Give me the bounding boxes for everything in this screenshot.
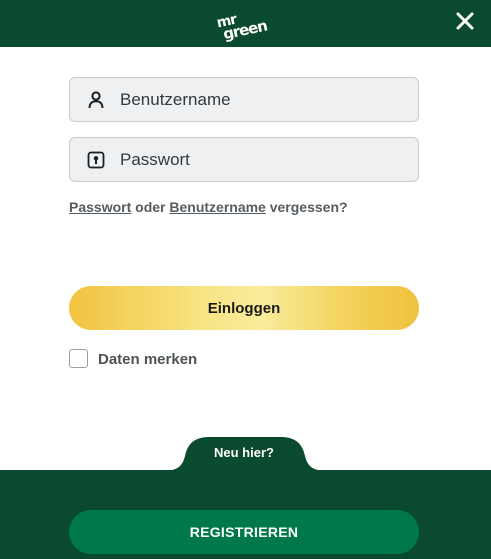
close-icon [456,12,474,30]
username-field[interactable] [69,77,419,122]
register-button[interactable]: REGISTRIEREN [69,510,419,554]
header-bar: mr green [0,0,491,47]
lock-icon [87,151,105,169]
forgot-password-link[interactable]: Passwort [69,199,131,215]
user-icon [88,91,104,109]
login-button[interactable]: Einloggen [69,286,419,330]
password-input[interactable] [120,138,410,181]
remember-label: Daten merken [98,351,198,368]
forgot-credentials-text: Passwort oder Benutzername vergessen? [69,199,348,215]
brand-logo: mr green [213,5,274,48]
remember-checkbox[interactable] [69,349,88,368]
new-here-label: Neu hier? [214,445,274,460]
forgot-username-link[interactable]: Benutzername [169,199,265,215]
forgot-suffix-text: vergessen? [265,199,348,215]
close-button[interactable] [452,8,478,34]
forgot-connector-text: oder [131,199,170,215]
username-input[interactable] [120,78,410,121]
password-field[interactable] [69,137,419,182]
